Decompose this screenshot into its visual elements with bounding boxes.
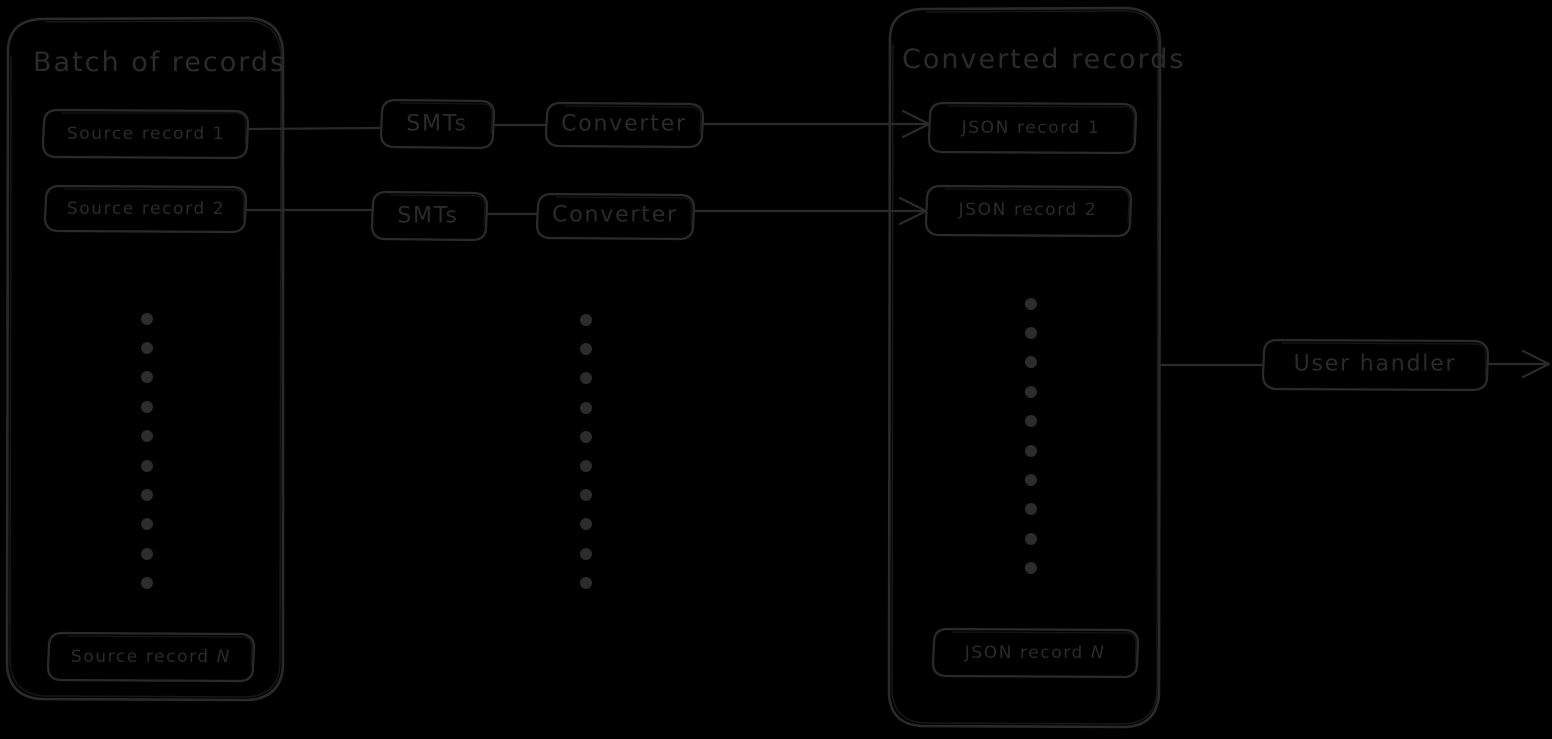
node-converter-1[interactable] [544, 101, 705, 149]
node-converter-2[interactable] [535, 192, 696, 241]
group-batch-of-records [5, 16, 285, 702]
node-json-record-n[interactable] [931, 627, 1140, 679]
node-json-record-1[interactable] [927, 101, 1138, 155]
node-source-record-1[interactable] [41, 108, 250, 160]
connector-converter2-to-json2 [692, 196, 928, 226]
connector-converter1-to-json1 [701, 109, 931, 139]
ellipsis-middle-pipeline [580, 314, 592, 589]
node-smts-1[interactable] [379, 98, 496, 150]
connector-user-handler-output [1486, 349, 1551, 379]
ellipsis-converted-records [1025, 298, 1037, 574]
diagram-strokes [5, 6, 1551, 729]
node-source-record-n[interactable] [46, 631, 256, 683]
diagram-canvas: Batch of records Converted records Sourc… [0, 0, 1552, 739]
connector-source1-to-smts1 [246, 126, 382, 131]
node-source-record-2[interactable] [43, 184, 248, 234]
node-smts-2[interactable] [370, 190, 489, 242]
ellipsis-source-records [141, 313, 153, 589]
node-user-handler[interactable] [1261, 338, 1490, 392]
node-json-record-2[interactable] [924, 184, 1133, 238]
